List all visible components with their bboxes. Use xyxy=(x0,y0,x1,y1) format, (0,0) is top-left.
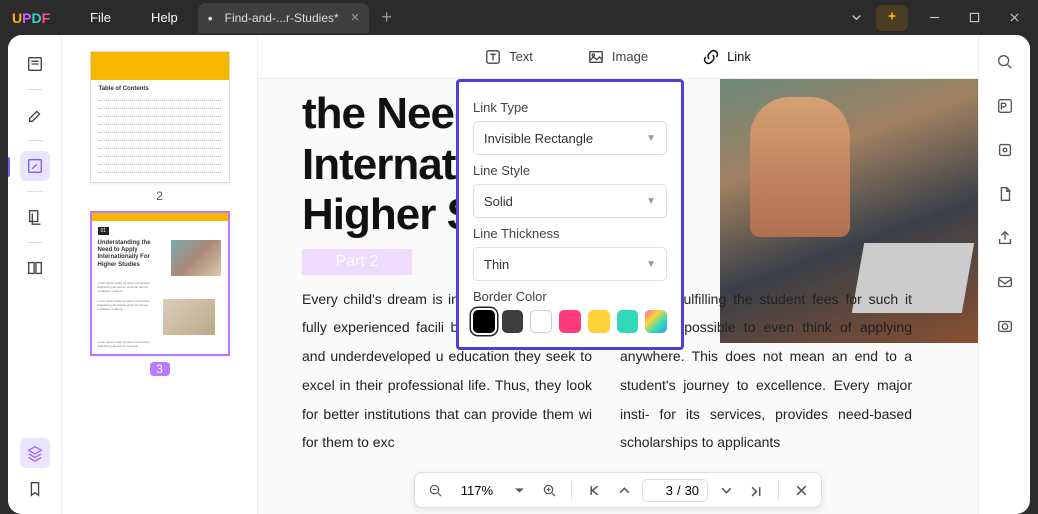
app-logo: UPDF xyxy=(0,10,60,26)
ai-sparkle-icon[interactable] xyxy=(876,5,908,31)
titlebar-dropdown-icon[interactable] xyxy=(836,2,876,34)
border-color-label: Border Color xyxy=(473,289,667,304)
menu-file[interactable]: File xyxy=(90,10,111,25)
document-tab[interactable]: • Find-and-...r-Studies* × xyxy=(198,3,370,33)
close-zoombar-button[interactable] xyxy=(789,478,813,502)
main-menu: File Help xyxy=(60,10,178,25)
zoom-bar: 117% / 30 xyxy=(414,472,822,508)
left-toolbar xyxy=(8,35,62,514)
crop-icon[interactable] xyxy=(992,137,1018,163)
link-type-label: Link Type xyxy=(473,100,667,115)
right-toolbar xyxy=(978,35,1030,514)
tab-indicator-icon: • xyxy=(208,10,213,26)
active-tool-indicator xyxy=(8,157,10,177)
line-thickness-label: Line Thickness xyxy=(473,226,667,241)
color-swatch-darkgray[interactable] xyxy=(502,310,524,333)
convert-icon[interactable] xyxy=(992,181,1018,207)
edit-link-button[interactable]: Link xyxy=(703,49,751,65)
window-close-icon[interactable] xyxy=(994,2,1034,34)
menu-help[interactable]: Help xyxy=(151,10,178,25)
color-swatch-white[interactable] xyxy=(530,310,552,333)
chevron-down-icon: ▼ xyxy=(646,196,656,207)
document-viewer: Text Image Link the Need Internati Highe… xyxy=(258,35,978,514)
thumbnail-page-2[interactable]: Table of Contents 2 xyxy=(74,51,245,203)
section-badge: Part 2 xyxy=(302,249,412,275)
app-frame: Table of Contents 2 01 Understanding the… xyxy=(8,35,1030,514)
color-swatch-pink[interactable] xyxy=(559,310,581,333)
first-page-button[interactable] xyxy=(582,478,606,502)
chevron-down-icon: ▼ xyxy=(646,259,656,270)
chevron-down-icon: ▼ xyxy=(646,133,656,144)
zoom-in-button[interactable] xyxy=(537,478,561,502)
new-tab-button[interactable]: + xyxy=(381,7,392,28)
line-thickness-select[interactable]: Thin▼ xyxy=(473,247,667,281)
line-style-label: Line Style xyxy=(473,163,667,178)
bookmark-button[interactable] xyxy=(20,474,50,504)
screenshot-icon[interactable] xyxy=(992,313,1018,339)
highlighter-button[interactable] xyxy=(20,100,50,130)
color-swatch-teal[interactable] xyxy=(617,310,639,333)
last-page-button[interactable] xyxy=(744,478,768,502)
edit-mode-button[interactable] xyxy=(20,151,50,181)
color-swatch-gradient[interactable] xyxy=(645,310,667,333)
tab-title: Find-and-...r-Studies* xyxy=(225,11,339,25)
ocr-icon[interactable] xyxy=(992,93,1018,119)
layers-button[interactable] xyxy=(20,438,50,468)
titlebar: UPDF File Help • Find-and-...r-Studies* … xyxy=(0,0,1038,35)
window-minimize-icon[interactable] xyxy=(914,2,954,34)
link-type-select[interactable]: Invisible Rectangle▼ xyxy=(473,121,667,155)
color-swatch-yellow[interactable] xyxy=(588,310,610,333)
zoom-dropdown-icon[interactable] xyxy=(507,478,531,502)
zoom-out-button[interactable] xyxy=(423,478,447,502)
tab-close-icon[interactable]: × xyxy=(351,9,360,26)
link-properties-panel: Link Type Invisible Rectangle▼ Line Styl… xyxy=(456,79,684,350)
edit-text-button[interactable]: Text xyxy=(485,49,533,65)
edit-image-button[interactable]: Image xyxy=(588,49,648,65)
pages-button[interactable] xyxy=(20,202,50,232)
line-style-select[interactable]: Solid▼ xyxy=(473,184,667,218)
thumbnail-page-3[interactable]: 01 Understanding the Need to Apply Inter… xyxy=(74,211,245,376)
color-swatch-black[interactable] xyxy=(473,310,495,333)
compare-button[interactable] xyxy=(20,253,50,283)
zoom-percent[interactable]: 117% xyxy=(453,483,501,498)
reader-mode-button[interactable] xyxy=(20,49,50,79)
share-icon[interactable] xyxy=(992,225,1018,251)
current-page-field[interactable] xyxy=(651,483,673,498)
prev-page-button[interactable] xyxy=(612,478,636,502)
email-icon[interactable] xyxy=(992,269,1018,295)
color-swatches xyxy=(473,310,667,333)
edit-toolbar: Text Image Link xyxy=(258,35,978,79)
search-icon[interactable] xyxy=(992,49,1018,75)
window-maximize-icon[interactable] xyxy=(954,2,994,34)
page-number-input[interactable]: / 30 xyxy=(642,479,708,502)
thumbnail-panel: Table of Contents 2 01 Understanding the… xyxy=(62,35,258,514)
next-page-button[interactable] xyxy=(714,478,738,502)
